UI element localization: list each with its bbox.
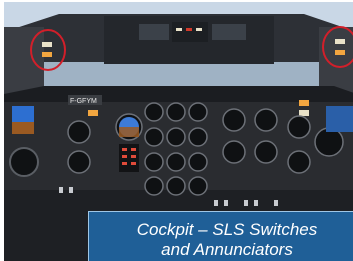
sls-switch-right-amber — [335, 50, 345, 55]
caption-line-2: and Annunciators — [161, 240, 293, 259]
center-adi-ground — [119, 127, 139, 137]
overhead-light-3 — [196, 28, 202, 31]
left-gauge — [9, 147, 39, 177]
overhead-light-1 — [176, 28, 182, 31]
right-screen — [326, 106, 353, 132]
caption-line-1: Cockpit – SLS Switches — [136, 220, 318, 239]
left-pfd-ground — [12, 122, 34, 134]
annunciator-right-1 — [299, 100, 309, 106]
sls-switch-left — [42, 42, 52, 47]
slide: F-GFYM Cockpit – SLS Switches and Annunc… — [0, 0, 353, 261]
caption: Cockpit – SLS Switches and Annunciators — [89, 220, 353, 260]
sls-switch-right — [335, 39, 345, 44]
annunciator-left — [88, 110, 98, 116]
annunciator-right-2 — [299, 110, 309, 116]
registration-placard: F-GFYM — [70, 98, 97, 105]
caption-box: Cockpit – SLS Switches and Annunciators — [88, 211, 353, 261]
overhead-display-right — [212, 24, 246, 40]
overhead-display-center — [172, 22, 208, 42]
sls-switch-left-amber — [42, 52, 52, 57]
overhead-light-2 — [186, 28, 192, 31]
overhead-display-left — [139, 24, 169, 40]
